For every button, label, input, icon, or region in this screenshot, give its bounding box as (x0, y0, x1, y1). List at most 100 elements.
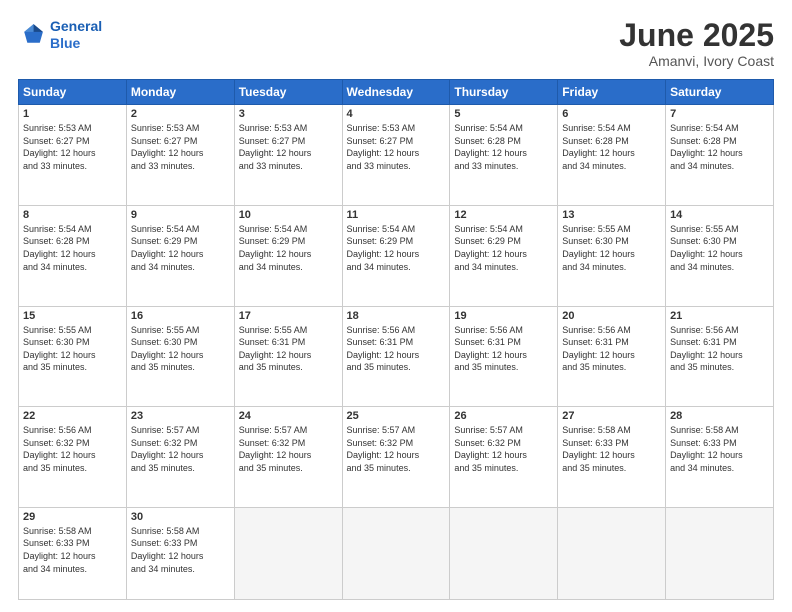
calendar-cell: 6 Sunrise: 5:54 AM Sunset: 6:28 PM Daylig… (558, 105, 666, 206)
day-number: 19 (454, 310, 553, 322)
day-number: 27 (562, 410, 661, 422)
day-number: 15 (23, 310, 122, 322)
col-saturday: Saturday (666, 80, 774, 105)
calendar-cell: 28 Sunrise: 5:58 AM Sunset: 6:33 PM Dayli… (666, 407, 774, 508)
day-info: Sunrise: 5:57 AM Sunset: 6:32 PM Dayligh… (239, 424, 338, 474)
day-info: Sunrise: 5:53 AM Sunset: 6:27 PM Dayligh… (131, 122, 230, 172)
day-info: Sunrise: 5:57 AM Sunset: 6:32 PM Dayligh… (454, 424, 553, 474)
logo-blue: Blue (50, 35, 80, 51)
logo-general: General (50, 18, 102, 34)
calendar-cell (342, 507, 450, 599)
day-number: 3 (239, 108, 338, 120)
calendar-cell: 4Sunrise: 5:53 AM Sunset: 6:27 PM Daylig… (342, 105, 450, 206)
day-info: Sunrise: 5:56 AM Sunset: 6:31 PM Dayligh… (454, 324, 553, 374)
calendar-table: Sunday Monday Tuesday Wednesday Thursday… (18, 79, 774, 600)
col-thursday: Thursday (450, 80, 558, 105)
calendar-cell: 19 Sunrise: 5:56 AM Sunset: 6:31 PM Dayli… (450, 306, 558, 407)
day-number: 24 (239, 410, 338, 422)
calendar-cell: 10 Sunrise: 5:54 AM Sunset: 6:29 PM Dayli… (234, 205, 342, 306)
calendar-cell: 17 Sunrise: 5:55 AM Sunset: 6:31 PM Dayli… (234, 306, 342, 407)
day-info: Sunrise: 5:56 AM Sunset: 6:31 PM Dayligh… (670, 324, 769, 374)
day-number: 13 (562, 209, 661, 221)
day-info: Sunrise: 5:57 AM Sunset: 6:32 PM Dayligh… (131, 424, 230, 474)
day-number: 10 (239, 209, 338, 221)
day-number: 30 (131, 511, 230, 523)
day-info: Sunrise: 5:56 AM Sunset: 6:31 PM Dayligh… (562, 324, 661, 374)
day-info: Sunrise: 5:55 AM Sunset: 6:30 PM Dayligh… (670, 223, 769, 273)
day-number: 22 (23, 410, 122, 422)
calendar-week-2: 8Sunrise: 5:54 AM Sunset: 6:28 PM Daylig… (19, 205, 774, 306)
calendar-cell: 20Sunrise: 5:56 AM Sunset: 6:31 PM Dayli… (558, 306, 666, 407)
calendar-cell: 22 Sunrise: 5:56 AM Sunset: 6:32 PM Dayli… (19, 407, 127, 508)
day-info: Sunrise: 5:55 AM Sunset: 6:30 PM Dayligh… (562, 223, 661, 273)
day-info: Sunrise: 5:55 AM Sunset: 6:30 PM Dayligh… (131, 324, 230, 374)
calendar-cell: 29Sunrise: 5:58 AM Sunset: 6:33 PM Dayli… (19, 507, 127, 599)
day-number: 7 (670, 108, 769, 120)
day-info: Sunrise: 5:54 AM Sunset: 6:28 PM Dayligh… (670, 122, 769, 172)
day-number: 21 (670, 310, 769, 322)
calendar-cell: 30 Sunrise: 5:58 AM Sunset: 6:33 PM Dayli… (126, 507, 234, 599)
day-number: 6 (562, 108, 661, 120)
col-sunday: Sunday (19, 80, 127, 105)
day-info: Sunrise: 5:54 AM Sunset: 6:29 PM Dayligh… (347, 223, 446, 273)
calendar-week-3: 15 Sunrise: 5:55 AM Sunset: 6:30 PM Dayli… (19, 306, 774, 407)
day-info: Sunrise: 5:55 AM Sunset: 6:31 PM Dayligh… (239, 324, 338, 374)
day-info: Sunrise: 5:55 AM Sunset: 6:30 PM Dayligh… (23, 324, 122, 374)
day-info: Sunrise: 5:54 AM Sunset: 6:29 PM Dayligh… (239, 223, 338, 273)
calendar-cell: 7 Sunrise: 5:54 AM Sunset: 6:28 PM Daylig… (666, 105, 774, 206)
day-number: 25 (347, 410, 446, 422)
day-info: Sunrise: 5:53 AM Sunset: 6:27 PM Dayligh… (239, 122, 338, 172)
calendar-cell: 15 Sunrise: 5:55 AM Sunset: 6:30 PM Dayli… (19, 306, 127, 407)
day-number: 18 (347, 310, 446, 322)
day-number: 14 (670, 209, 769, 221)
day-number: 16 (131, 310, 230, 322)
day-info: Sunrise: 5:58 AM Sunset: 6:33 PM Dayligh… (131, 525, 230, 575)
logo-text: General Blue (50, 18, 102, 52)
day-number: 17 (239, 310, 338, 322)
day-info: Sunrise: 5:53 AM Sunset: 6:27 PM Dayligh… (23, 122, 122, 172)
calendar-cell: 8Sunrise: 5:54 AM Sunset: 6:28 PM Daylig… (19, 205, 127, 306)
calendar-cell: 9 Sunrise: 5:54 AM Sunset: 6:29 PM Daylig… (126, 205, 234, 306)
day-info: Sunrise: 5:53 AM Sunset: 6:27 PM Dayligh… (347, 122, 446, 172)
day-info: Sunrise: 5:54 AM Sunset: 6:29 PM Dayligh… (131, 223, 230, 273)
title-block: June 2025 Amanvi, Ivory Coast (619, 18, 774, 69)
calendar-cell: 3 Sunrise: 5:53 AM Sunset: 6:27 PM Daylig… (234, 105, 342, 206)
day-number: 2 (131, 108, 230, 120)
calendar-week-4: 22 Sunrise: 5:56 AM Sunset: 6:32 PM Dayli… (19, 407, 774, 508)
calendar-cell: 24 Sunrise: 5:57 AM Sunset: 6:32 PM Dayli… (234, 407, 342, 508)
day-number: 9 (131, 209, 230, 221)
calendar-week-5: 29Sunrise: 5:58 AM Sunset: 6:33 PM Dayli… (19, 507, 774, 599)
day-info: Sunrise: 5:56 AM Sunset: 6:32 PM Dayligh… (23, 424, 122, 474)
day-info: Sunrise: 5:54 AM Sunset: 6:28 PM Dayligh… (562, 122, 661, 172)
location: Amanvi, Ivory Coast (619, 53, 774, 69)
day-number: 1 (23, 108, 122, 120)
day-number: 23 (131, 410, 230, 422)
day-info: Sunrise: 5:58 AM Sunset: 6:33 PM Dayligh… (670, 424, 769, 474)
calendar-header-row: Sunday Monday Tuesday Wednesday Thursday… (19, 80, 774, 105)
day-number: 5 (454, 108, 553, 120)
day-number: 28 (670, 410, 769, 422)
calendar-cell (450, 507, 558, 599)
day-info: Sunrise: 5:58 AM Sunset: 6:33 PM Dayligh… (562, 424, 661, 474)
day-number: 8 (23, 209, 122, 221)
calendar-cell: 1 Sunrise: 5:53 AM Sunset: 6:27 PM Daylig… (19, 105, 127, 206)
day-info: Sunrise: 5:54 AM Sunset: 6:29 PM Dayligh… (454, 223, 553, 273)
day-number: 12 (454, 209, 553, 221)
col-tuesday: Tuesday (234, 80, 342, 105)
calendar-cell: 12 Sunrise: 5:54 AM Sunset: 6:29 PM Dayli… (450, 205, 558, 306)
col-wednesday: Wednesday (342, 80, 450, 105)
calendar-cell: 25Sunrise: 5:57 AM Sunset: 6:32 PM Dayli… (342, 407, 450, 508)
calendar-cell: 13 Sunrise: 5:55 AM Sunset: 6:30 PM Dayli… (558, 205, 666, 306)
day-info: Sunrise: 5:58 AM Sunset: 6:33 PM Dayligh… (23, 525, 122, 575)
calendar-cell (234, 507, 342, 599)
page: General Blue June 2025 Amanvi, Ivory Coa… (0, 0, 792, 612)
col-monday: Monday (126, 80, 234, 105)
day-number: 11 (347, 209, 446, 221)
calendar-cell: 27 Sunrise: 5:58 AM Sunset: 6:33 PM Dayli… (558, 407, 666, 508)
calendar-cell: 23 Sunrise: 5:57 AM Sunset: 6:32 PM Dayli… (126, 407, 234, 508)
calendar-week-1: 1 Sunrise: 5:53 AM Sunset: 6:27 PM Daylig… (19, 105, 774, 206)
calendar-cell: 5Sunrise: 5:54 AM Sunset: 6:28 PM Daylig… (450, 105, 558, 206)
day-info: Sunrise: 5:56 AM Sunset: 6:31 PM Dayligh… (347, 324, 446, 374)
header: General Blue June 2025 Amanvi, Ivory Coa… (18, 18, 774, 69)
calendar-cell: 2 Sunrise: 5:53 AM Sunset: 6:27 PM Daylig… (126, 105, 234, 206)
